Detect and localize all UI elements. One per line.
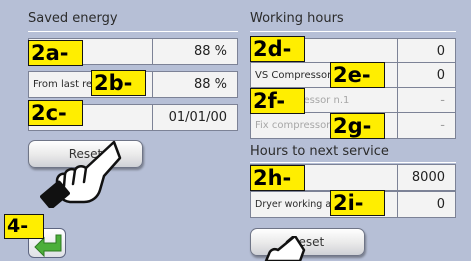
row-value: -: [397, 87, 456, 114]
control-panel-screen: Saved energy 88 % From last reset 88 % 0…: [0, 0, 471, 261]
working-hours-divider: [250, 31, 456, 32]
saved-energy-title: Saved energy: [28, 11, 118, 26]
callout-2c: 2c-: [28, 100, 83, 126]
pointing-hand-icon: [40, 140, 122, 208]
pointing-hand-icon: [264, 236, 306, 261]
next-service-title: Hours to next service: [250, 144, 389, 159]
row-value: 0: [397, 191, 456, 218]
callout-2h: 2h-: [250, 165, 305, 191]
row-value: -: [397, 112, 456, 139]
row-value: 0: [397, 38, 456, 65]
row-value: 88 %: [152, 71, 238, 98]
working-hours-title: Working hours: [250, 11, 344, 26]
row-value: 8000: [397, 164, 456, 191]
callout-2d: 2d-: [250, 36, 305, 62]
callout-2i: 2i-: [330, 190, 385, 216]
row-value: 01/01/00: [152, 104, 238, 131]
saved-energy-divider: [28, 31, 238, 32]
callout-2a: 2a-: [28, 40, 83, 66]
row-value: 0: [397, 62, 456, 89]
callout-2f: 2f-: [250, 88, 305, 114]
callout-2b: 2b-: [91, 70, 146, 96]
next-service-divider: [250, 162, 456, 163]
row-value: 88 %: [152, 38, 238, 65]
callout-2g: 2g-: [330, 113, 385, 139]
callout-4: 4-: [4, 214, 44, 239]
callout-2e: 2e-: [330, 62, 385, 88]
